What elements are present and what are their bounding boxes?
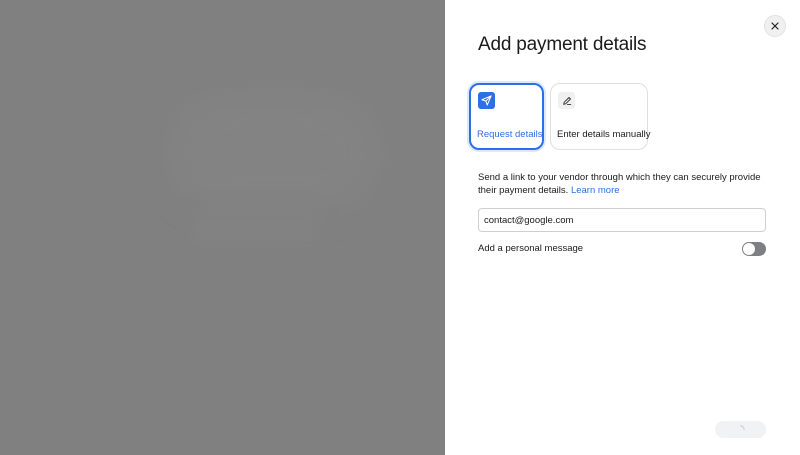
learn-more-link[interactable]: Learn more [571,185,620,196]
submit-button[interactable] [715,421,766,438]
enter-details-manually-option[interactable]: Enter details manually [550,83,651,150]
close-icon [771,22,779,30]
blurred-background-content [190,215,320,245]
email-field[interactable] [478,208,766,232]
personal-message-label: Add a personal message [478,243,584,254]
close-button[interactable] [764,15,786,37]
modal-backdrop[interactable] [0,0,445,455]
personal-message-toggle[interactable] [742,242,766,256]
page-title: Add payment details [478,34,647,55]
pencil-icon [558,92,575,109]
enter-details-manually-label: Enter details manually [557,129,651,140]
send-icon [478,92,495,109]
spinner-icon [739,425,745,431]
add-payment-details-panel: Add payment details Request details Ente… [445,0,800,455]
description-text: Send a link to your vendor through which… [478,171,768,197]
request-details-label: Request details [477,129,543,140]
request-details-option[interactable]: Request details [469,83,544,150]
toggle-knob [743,243,755,255]
blurred-background-content [170,95,380,210]
